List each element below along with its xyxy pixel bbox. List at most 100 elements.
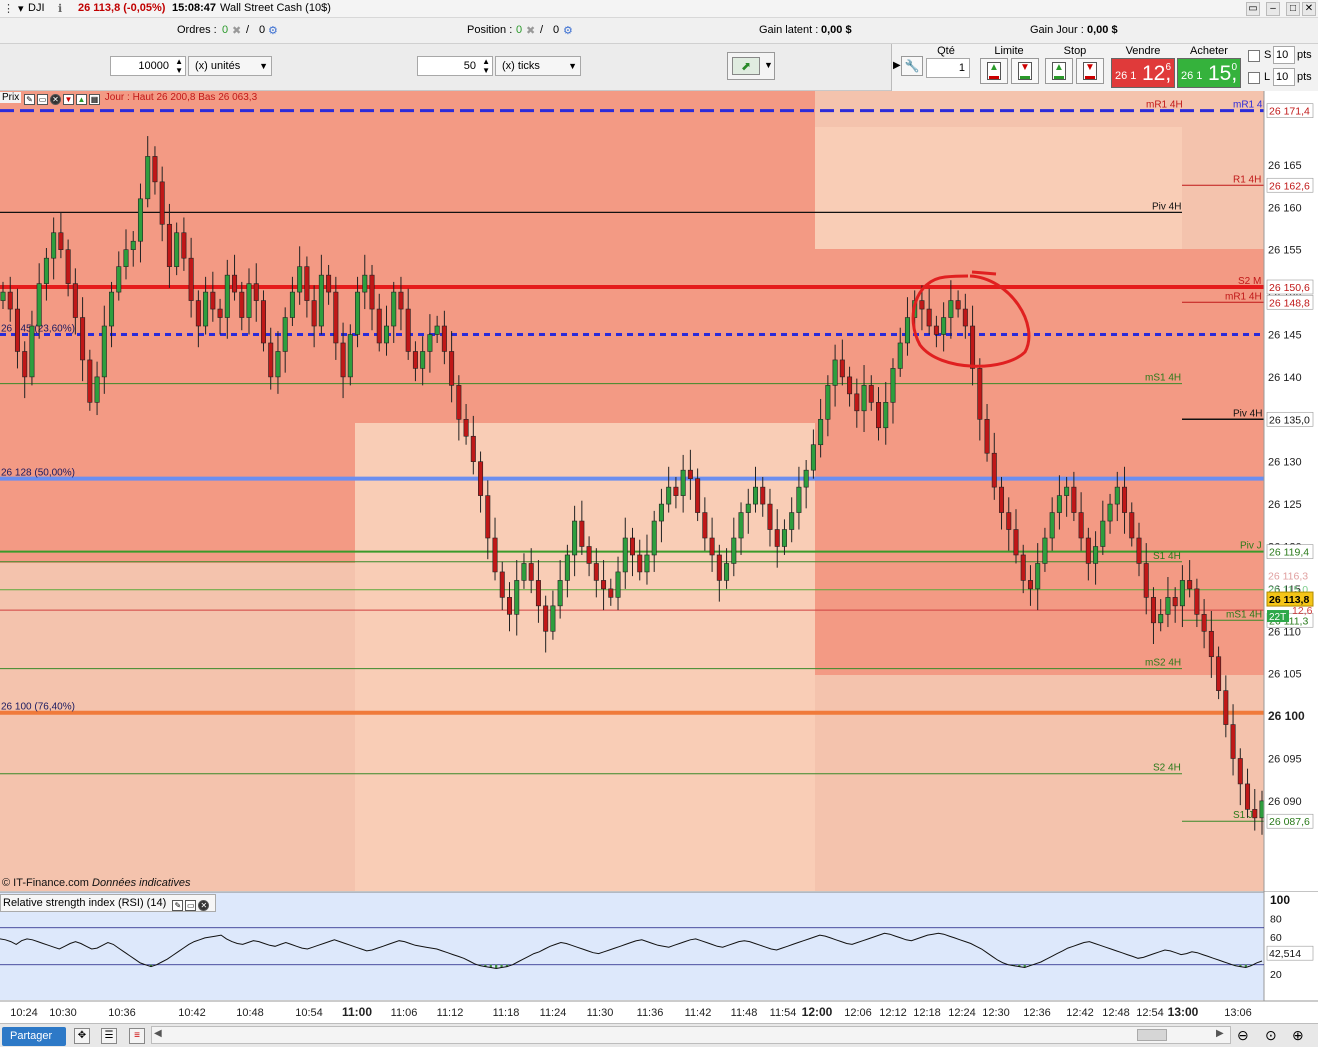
position-value[interactable]: 0 <box>516 24 522 36</box>
limit-checkbox[interactable] <box>1248 72 1260 84</box>
candle <box>246 283 252 318</box>
price-change: 26 113,8 (-0,05%) <box>78 2 166 14</box>
x-tick-label: 12:48 <box>1102 1007 1130 1019</box>
orders-value-2[interactable]: 0 <box>259 24 265 36</box>
position-cancel-icon[interactable]: ✖ <box>526 24 535 37</box>
chevron-down-icon: ▼ <box>764 60 773 70</box>
grid-icon[interactable]: ▦ <box>89 94 101 105</box>
wrench-icon[interactable]: ✎ <box>24 94 36 105</box>
stop-sell-button[interactable]: ▼ ▬ <box>1076 58 1104 84</box>
maximize-icon[interactable]: ▭ <box>185 900 197 911</box>
limit-sell-button[interactable]: ▼ ▬ <box>1011 58 1039 84</box>
orders-settings-icon[interactable]: ⚙ <box>268 24 278 37</box>
zoom-out-icon[interactable]: ⊖ <box>1237 1027 1249 1044</box>
candle <box>1201 614 1207 632</box>
sell-button[interactable]: 26 1 12, 6 <box>1111 58 1175 88</box>
reset-zoom-icon[interactable]: ⊙ <box>1265 1027 1277 1044</box>
level-label-15: S2 4H <box>1153 763 1181 774</box>
candle <box>1100 520 1106 547</box>
zoom-in-icon[interactable]: ⊕ <box>1292 1027 1304 1044</box>
limit-pts-input[interactable]: 10 <box>1273 68 1295 86</box>
candle <box>268 342 274 378</box>
vendre-label: Vendre <box>1125 45 1161 57</box>
axis-extra-0: 26 116,3 <box>1268 570 1308 582</box>
close-icon[interactable]: ✕ <box>1302 2 1316 16</box>
level-label-7: mS1 4H <box>1145 373 1181 384</box>
ticks-unit-select[interactable]: (x) ticks ▼ <box>495 56 581 76</box>
buy-button[interactable]: 26 1 15, 0 <box>1177 58 1241 88</box>
quantity-stepper-icon[interactable]: ▲ ▼ <box>175 57 183 75</box>
rsi-tick-label: 100 <box>1270 893 1290 907</box>
scroll-right-icon[interactable]: ▶ <box>1216 1028 1224 1039</box>
candle <box>1223 690 1229 725</box>
candle <box>275 351 281 378</box>
strategy-tool-button[interactable]: ⬈ ▼ <box>727 52 775 80</box>
maximize-icon[interactable]: ▭ <box>37 94 49 105</box>
position-value-2[interactable]: 0 <box>553 24 559 36</box>
candle <box>1114 486 1120 505</box>
candle <box>152 156 158 183</box>
info-icon[interactable]: ℹ <box>58 2 62 15</box>
candle <box>825 385 831 420</box>
close-icon[interactable]: ✕ <box>198 900 210 911</box>
orders-value[interactable]: 0 <box>222 24 228 36</box>
candle <box>130 240 136 250</box>
move-up-icon[interactable]: ▲ <box>76 94 88 105</box>
candle <box>282 317 288 352</box>
close-icon[interactable]: ✕ <box>50 94 62 105</box>
share-button[interactable]: Partager <box>2 1027 66 1046</box>
ticks-input[interactable]: 50 ▲ ▼ <box>417 56 493 76</box>
horizontal-scrollbar[interactable]: ◀ ▶ <box>151 1026 1231 1044</box>
candle <box>210 291 216 310</box>
prix-label: Prix <box>0 92 22 103</box>
orders-cancel-icon[interactable]: ✖ <box>232 24 241 37</box>
scroll-left-icon[interactable]: ◀ <box>154 1028 162 1039</box>
quantity-input[interactable]: 10000 ▲ ▼ <box>110 56 186 76</box>
wrench-icon[interactable]: ✎ <box>172 900 184 911</box>
list-icon[interactable]: ☰ <box>101 1028 117 1044</box>
pointer-tool-icon[interactable]: ✥ <box>74 1028 90 1044</box>
y-tick-label: 26 140 <box>1268 372 1302 384</box>
stop-pts-input[interactable]: 10 <box>1273 46 1295 64</box>
symbol-dropdown-icon[interactable]: ▾ <box>18 2 24 15</box>
symbol-label[interactable]: DJI <box>28 2 45 14</box>
candle <box>818 418 824 446</box>
limit-buy-button[interactable]: ▲ ▬ <box>980 58 1008 84</box>
qte-input[interactable]: 1 <box>926 58 970 78</box>
candle <box>651 520 657 556</box>
move-down-icon[interactable]: ▼ <box>63 94 75 105</box>
x-tick-label: 11:18 <box>493 1007 520 1019</box>
candle <box>999 486 1005 513</box>
panel-collapse-icon[interactable]: ▶ <box>893 60 901 71</box>
price-chart[interactable]: mR1 4H mR1 4HR1 4HPiv 4HS2 MmR1 4H26 145 … <box>0 91 1318 1023</box>
minimize-icon[interactable]: – <box>1266 2 1280 16</box>
level-label-5: mR1 4H <box>1225 291 1262 302</box>
candle <box>629 537 635 556</box>
ticks-stepper-icon[interactable]: ▲ ▼ <box>482 57 490 75</box>
rsi-tick-label: 80 <box>1270 914 1282 926</box>
candle <box>492 537 498 573</box>
orders-list-icon[interactable]: ≡ <box>129 1028 145 1044</box>
window-settings-icon[interactable]: ▭ <box>1246 2 1260 16</box>
stop-checkbox[interactable] <box>1248 50 1260 62</box>
wrench-icon[interactable]: 🔧 <box>901 56 923 76</box>
candle <box>702 512 708 539</box>
rsi-tick-label: 60 <box>1270 932 1282 944</box>
stop-buy-button[interactable]: ▲ ▬ <box>1045 58 1073 84</box>
quantity-unit-select[interactable]: (x) unités ▼ <box>188 56 272 76</box>
position-settings-icon[interactable]: ⚙ <box>563 24 573 37</box>
x-tick-label: 11:36 <box>637 1007 664 1019</box>
window-menu-icon[interactable]: ⋮ <box>3 2 14 15</box>
bottom-toolbar: Partager ✥ ☰ ≡ ◀ ▶ ⊖ ⊙ ⊕ <box>0 1023 1318 1047</box>
candle <box>101 325 107 378</box>
axis-level-2: 26 150,6 <box>1269 282 1310 294</box>
candle <box>311 300 317 327</box>
scroll-thumb[interactable] <box>1137 1029 1167 1041</box>
candle <box>203 291 209 327</box>
candle <box>253 283 259 301</box>
level-label-13: mS2 4H <box>1145 658 1181 669</box>
candle <box>1042 537 1048 564</box>
jour-info: Jour : Haut 26 200,8 Bas 26 063,3 <box>104 92 258 103</box>
maximize-icon[interactable]: □ <box>1286 2 1300 16</box>
candle <box>904 317 910 344</box>
